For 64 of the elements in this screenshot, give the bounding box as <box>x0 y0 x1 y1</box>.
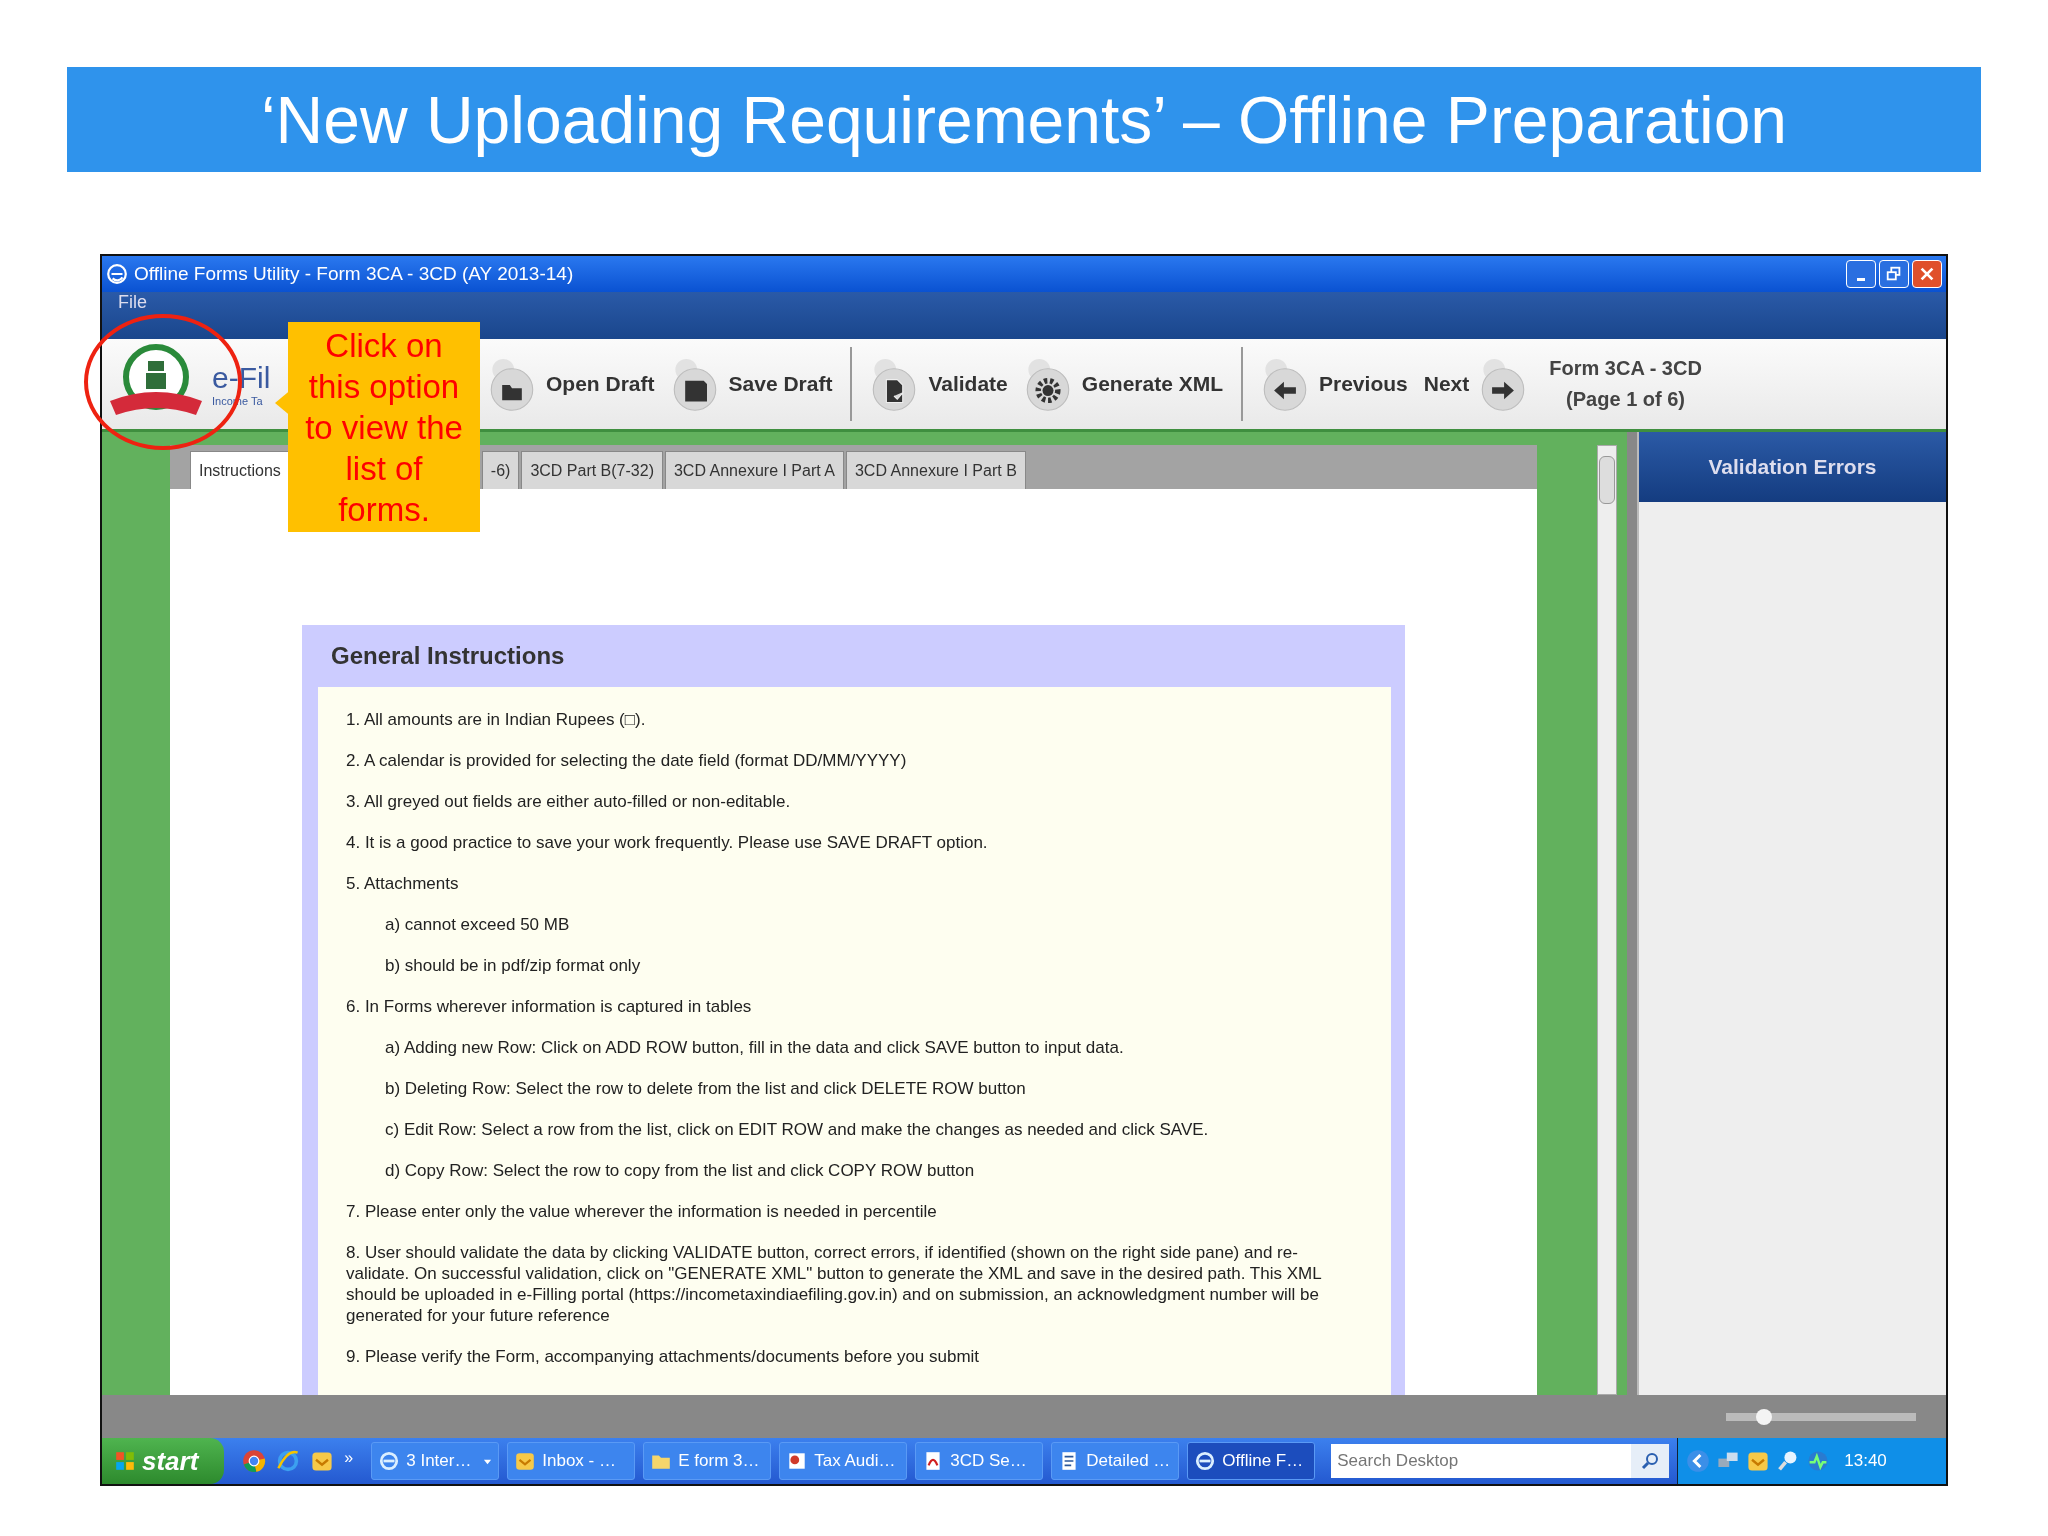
scroll-bar[interactable] <box>1597 445 1617 1395</box>
toolbar-button[interactable]: Open Draft <box>480 356 663 412</box>
window-title: Offline Forms Utility - Form 3CA - 3CD (AY 2013-14) <box>134 263 575 285</box>
form-tab[interactable]: Instructions <box>190 451 290 489</box>
search-field[interactable]: Search Desktop <box>1331 1444 1632 1478</box>
toolbar-button[interactable]: Next <box>1415 356 1536 412</box>
more-chevron[interactable]: » <box>344 1449 354 1467</box>
instruction-text: 2. A calendar is provided for selecting the date field (format DD/MM/YYYY) <box>346 750 908 771</box>
arrow-left-icon <box>1261 356 1309 412</box>
folder-icon <box>488 356 536 412</box>
minimize-icon <box>1857 277 1865 281</box>
instruction-text: 9. Please verify the Form, accompanying attachments/documents before you submit <box>346 1346 981 1367</box>
instruction-text: a) Adding new Row: Click on ADD ROW button, fill in the data and click SAVE button to input data. <box>384 1037 1125 1058</box>
mail-icon <box>514 1450 537 1472</box>
taskbar-button[interactable]: Detailed … <box>1051 1442 1180 1480</box>
instruction-text: 7. Please enter only the value wherever the information is needed in percentile <box>346 1201 938 1222</box>
callout-text: Click on this option to view the list of forms. <box>304 325 464 530</box>
side-pane-title: Validation Errors <box>1639 432 1946 502</box>
instruction-text: b) should be in pdf/zip format only <box>384 955 642 976</box>
close-icon <box>1918 265 1936 283</box>
search-icon <box>1640 1451 1661 1471</box>
taskbar-button[interactable]: Offline F… <box>1187 1442 1316 1480</box>
instruction-text: 3. All greyed out fields are either auto-filled or non-editable. <box>346 791 792 812</box>
instruction-text: c) Edit Row: Select a row from the list, click on EDIT ROW and make the changes as needed and click SAVE. <box>384 1119 1210 1140</box>
instruction-text: d) Copy Row: Select the row to copy from the list and click COPY ROW button <box>384 1160 976 1181</box>
taskbar-button[interactable]: 3 Inter… <box>371 1442 500 1480</box>
taskbar-button[interactable]: Inbox - … <box>507 1442 636 1480</box>
instruction-text: 8. User should validate the data by clicking VALIDATE button, correct errors, if identified (shown on the right side pane) and re-validate. On successful validation, click on "GENERATE XML" button to generate the XML and save in the desired path. This XML should be uploaded in e-Filling portal (https://incometaxindiaefiling.gov.in) and on submission, an acknowledgment number will be generated for your future reference <box>346 1242 1322 1326</box>
browser-e-icon[interactable] <box>276 1449 301 1473</box>
instruction-text: 6. In Forms wherever information is captured in tables <box>346 996 753 1017</box>
browser-e-icon <box>378 1450 401 1472</box>
toolbar-button[interactable]: Previous <box>1253 356 1416 412</box>
windows-flag-icon <box>114 1450 136 1472</box>
instruction-text: 4. It is a good practice to save your work frequently. Please use SAVE DRAFT option. <box>346 832 989 853</box>
form-tab[interactable]: 3CD Part B(7-32) <box>521 451 663 489</box>
clock: 13:40 <box>1844 1451 1887 1471</box>
toolbar-button[interactable]: Validate <box>862 356 1016 412</box>
instruction-text: b) Deleting Row: Select the row to delete from the list and click DELETE ROW button <box>384 1078 1027 1099</box>
minimize-button[interactable] <box>1846 260 1876 288</box>
taskbar-button[interactable]: 3CD Se… <box>915 1442 1044 1480</box>
restore-button[interactable] <box>1879 260 1909 288</box>
chevron-left-icon[interactable] <box>1686 1449 1711 1473</box>
instruction-text: 1. All amounts are in Indian Rupees (□). <box>346 709 647 730</box>
taskbar-button[interactable]: Tax Audi… <box>779 1442 908 1480</box>
chrome-icon[interactable] <box>242 1449 267 1473</box>
slider-thumb[interactable] <box>1756 1408 1773 1425</box>
menu-item[interactable]: File <box>118 292 147 312</box>
toolbar-button[interactable]: Save Draft <box>662 356 841 412</box>
form-name: Form 3CA - 3CD <box>1549 357 1702 380</box>
page-indicator: (Page 1 of 6) <box>1566 388 1686 411</box>
slide-title: ‘New Uploading Requirements’ – Offline Preparation <box>260 81 1788 158</box>
browser-e-icon <box>1194 1450 1217 1472</box>
toolbar-button[interactable]: Generate XML <box>1015 356 1231 412</box>
search-button[interactable] <box>1631 1444 1670 1478</box>
taskbar-button[interactable]: E form 3… <box>643 1442 772 1480</box>
instruction-text: a) cannot exceed 50 MB <box>384 914 571 935</box>
browser-e-icon <box>106 263 128 285</box>
instruction-text: 5. Attachments <box>346 873 460 894</box>
form-tab[interactable]: 3CD Annexure I Part A <box>664 451 844 489</box>
form-tab[interactable]: -6) <box>481 451 520 489</box>
close-button[interactable] <box>1912 260 1942 288</box>
form-tab[interactable]: 3CD Annexure I Part B <box>845 451 1026 489</box>
restore-icon <box>1885 265 1903 283</box>
instructions-title: General Instructions <box>330 641 566 671</box>
